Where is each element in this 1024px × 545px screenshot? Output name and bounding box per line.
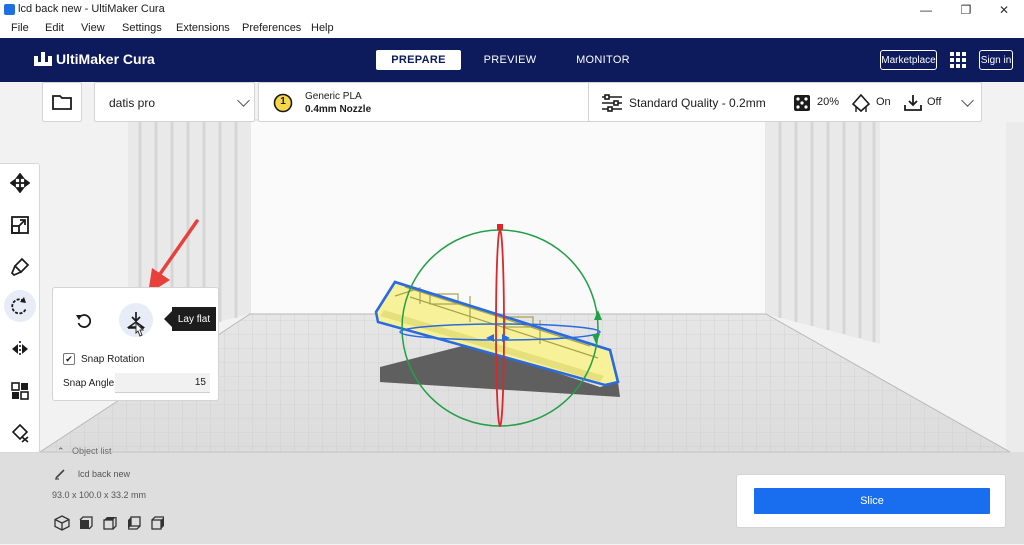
- support-blocker-icon: [11, 423, 29, 443]
- per-model-settings-button[interactable]: [7, 378, 33, 404]
- right-wall: [766, 122, 880, 344]
- menu-help[interactable]: Help: [311, 22, 334, 34]
- cura-app-icon: [4, 4, 15, 15]
- infill-value: 20%: [817, 96, 840, 108]
- menu-edit[interactable]: Edit: [45, 22, 64, 34]
- minimize-button[interactable]: —: [906, 0, 946, 20]
- per-model-settings-icon: [11, 382, 29, 400]
- 3d-view-icon[interactable]: [54, 515, 70, 531]
- window-title: lcd back new - UltiMaker Cura: [18, 3, 165, 15]
- lay-flat-tooltip: Lay flat: [164, 307, 216, 331]
- mouse-cursor-icon: [135, 322, 145, 337]
- front-view-icon[interactable]: [78, 515, 94, 531]
- infill-icon: [794, 95, 810, 111]
- mirror-tool-button[interactable]: [7, 336, 33, 362]
- object-list-header[interactable]: Object list: [72, 446, 112, 456]
- open-file-button[interactable]: [42, 82, 82, 122]
- material-nozzle-selector[interactable]: 1 Generic PLA 0.4mm Nozzle: [258, 82, 628, 122]
- menu-extensions[interactable]: Extensions: [176, 22, 230, 34]
- ultimaker-logo: UltiMaker Cura: [34, 51, 155, 67]
- tab-monitor[interactable]: MONITOR: [563, 50, 643, 70]
- ultimaker-logo-icon: [34, 52, 52, 66]
- scale-icon: [11, 216, 29, 234]
- adhesion-value: Off: [927, 96, 942, 108]
- object-name: lcd back new: [78, 469, 131, 479]
- snap-rotation-label: Snap Rotation: [81, 354, 145, 365]
- support-value: On: [876, 96, 891, 108]
- top-view-icon[interactable]: [102, 515, 118, 531]
- right-view-icon[interactable]: [150, 515, 166, 531]
- reset-rotation-icon: [76, 314, 92, 328]
- chevron-up-icon[interactable]: ⌃: [57, 446, 65, 457]
- paint-brush-icon: [10, 257, 30, 277]
- view-orientation-buttons: [54, 515, 166, 531]
- tab-preview[interactable]: PREVIEW: [470, 50, 550, 70]
- chevron-down-icon: [237, 94, 250, 107]
- sliders-icon: [602, 94, 622, 112]
- adhesion-icon: [904, 95, 922, 111]
- marketplace-button[interactable]: Marketplace: [880, 50, 937, 70]
- title-bar: lcd back new - UltiMaker Cura — ❐ ✕: [0, 0, 1024, 20]
- extruder-number: 1: [280, 96, 286, 107]
- sign-in-button[interactable]: Sign in: [979, 50, 1013, 70]
- apps-grid-icon[interactable]: [949, 51, 967, 69]
- snap-angle-label: Snap Angle: [63, 378, 115, 389]
- pencil-icon[interactable]: [54, 468, 66, 480]
- close-button[interactable]: ✕: [984, 0, 1024, 20]
- rotate-tool-button[interactable]: [4, 290, 36, 322]
- support-icon: [851, 93, 871, 113]
- folder-icon: [52, 95, 72, 110]
- tool-sidebar: [0, 163, 40, 453]
- snap-rotation-checkbox[interactable]: ✔: [63, 353, 75, 365]
- mirror-brush-tool-button[interactable]: [7, 254, 33, 280]
- menu-bar: File Edit View Settings Extensions Prefe…: [0, 20, 1024, 38]
- print-settings-selector[interactable]: Standard Quality - 0.2mm 20% On Off: [588, 82, 982, 122]
- slice-button[interactable]: Slice: [754, 488, 990, 514]
- object-list-panel: ⌃ Object list lcd back new 93.0 x 100.0 …: [52, 445, 252, 545]
- quality-profile: Standard Quality - 0.2mm: [629, 96, 766, 110]
- tab-prepare[interactable]: PREPARE: [376, 50, 461, 70]
- menu-preferences[interactable]: Preferences: [242, 22, 301, 34]
- menu-settings[interactable]: Settings: [122, 22, 162, 34]
- logo-text: UltiMaker Cura: [56, 51, 155, 67]
- reset-rotation-button[interactable]: [71, 308, 97, 334]
- snap-angle-field[interactable]: 15: [115, 373, 210, 393]
- printer-name: datis pro: [109, 96, 156, 110]
- app-header: UltiMaker Cura PREPARE PREVIEW MONITOR M…: [0, 38, 1024, 82]
- maximize-button[interactable]: ❐: [946, 0, 986, 20]
- rotate-tool-panel: ✔ Snap Rotation Snap Angle 15: [52, 287, 219, 401]
- printer-selector[interactable]: datis pro: [94, 82, 255, 122]
- object-dimensions: 93.0 x 100.0 x 33.2 mm: [52, 490, 147, 500]
- slice-panel: Slice: [736, 474, 1006, 528]
- move-tool-button[interactable]: [7, 170, 33, 196]
- menu-file[interactable]: File: [11, 22, 29, 34]
- chevron-down-icon: [961, 94, 974, 107]
- move-icon: [10, 173, 30, 193]
- support-blocker-button[interactable]: [7, 420, 33, 446]
- nozzle-size: 0.4mm Nozzle: [305, 104, 372, 115]
- print-config-bar: datis pro 1 Generic PLA 0.4mm Nozzle Sta…: [42, 82, 982, 122]
- left-view-icon[interactable]: [126, 515, 142, 531]
- mirror-icon: [12, 341, 28, 357]
- rotate-icon: [11, 297, 27, 315]
- material-name: Generic PLA: [305, 91, 362, 102]
- snap-angle-value: 15: [194, 377, 206, 388]
- menu-view[interactable]: View: [81, 22, 105, 34]
- scale-tool-button[interactable]: [7, 212, 33, 238]
